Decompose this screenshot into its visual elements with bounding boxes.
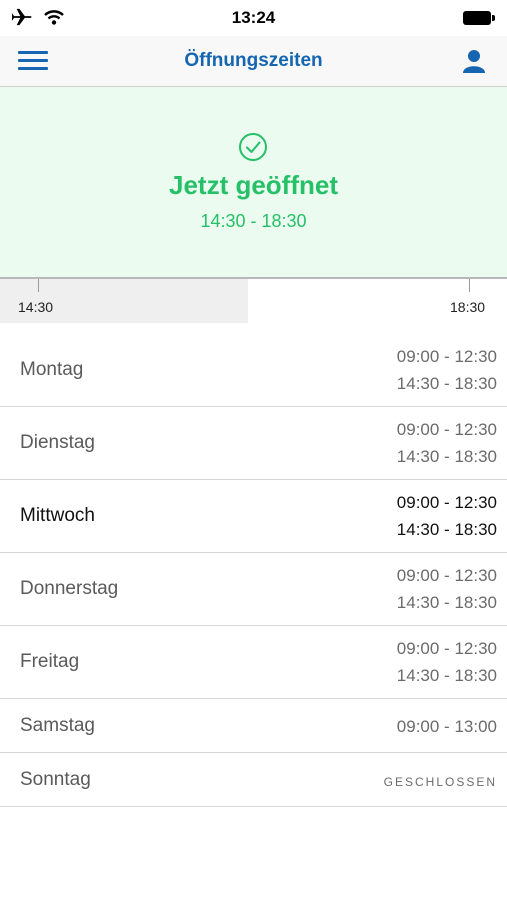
battery-icon [463,11,495,25]
status-bar: 13:24 [0,0,507,36]
time-range: 09:00 - 12:30 [396,566,497,585]
schedule-row-wednesday[interactable]: Mittwoch 09:00 - 12:30 14:30 - 18:30 [0,480,507,553]
open-hours-text: 14:30 - 18:30 [200,211,307,231]
end-tick [469,279,470,292]
day-label: Mittwoch [20,505,95,526]
day-label: Samstag [20,715,95,736]
time-range: 09:00 - 12:30 [396,639,497,658]
time-range: 14:30 - 18:30 [396,447,497,466]
time-range: 09:00 - 12:30 [396,347,497,366]
profile-button[interactable] [461,48,487,74]
user-icon [461,50,487,78]
day-label: Donnerstag [20,578,119,599]
closed-label: GESCHLOSSEN [383,775,497,789]
schedule-row-saturday[interactable]: Samstag 09:00 - 13:00 [0,699,507,753]
schedule-row-thursday[interactable]: Donnerstag 09:00 - 12:30 14:30 - 18:30 [0,553,507,626]
time-range: 14:30 - 18:30 [396,666,497,685]
open-status-text: Jetzt geöffnet [169,170,338,200]
day-label: Sonntag [20,769,91,790]
schedule-row-friday[interactable]: Freitag 09:00 - 12:30 14:30 - 18:30 [0,626,507,699]
schedule-row-monday[interactable]: Montag 09:00 - 12:30 14:30 - 18:30 [0,334,507,407]
schedule-row-tuesday[interactable]: Dienstag 09:00 - 12:30 14:30 - 18:30 [0,407,507,480]
day-label: Freitag [20,651,80,672]
day-label: Montag [20,359,84,380]
page-title: Öffnungszeiten [184,50,323,71]
time-range: 09:00 - 13:00 [396,717,497,736]
time-progress-bar: 14:30 18:30 [0,277,507,323]
status-time: 13:24 [231,8,276,27]
time-range: 14:30 - 18:30 [396,374,497,393]
end-time-label: 18:30 [450,299,486,315]
time-range: 09:00 - 12:30 [396,420,497,439]
start-tick [38,279,39,292]
day-label: Dienstag [20,432,95,453]
time-range: 09:00 - 12:30 [396,493,497,512]
opening-hours-list: Montag 09:00 - 12:30 14:30 - 18:30 Diens… [0,334,507,807]
start-time-label: 14:30 [18,299,54,315]
schedule-row-sunday[interactable]: Sonntag GESCHLOSSEN [0,753,507,807]
check-circle-icon [237,131,269,163]
time-range: 14:30 - 18:30 [396,593,497,612]
navigation-bar: Öffnungszeiten [0,36,507,87]
time-range: 14:30 - 18:30 [396,520,497,539]
